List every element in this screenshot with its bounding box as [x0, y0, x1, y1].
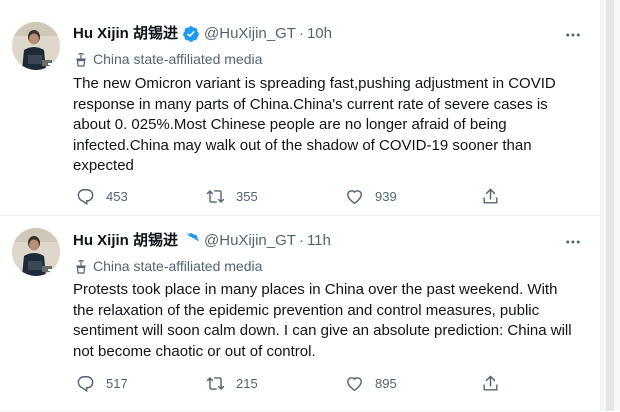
- timeline: Hu Xijin 胡锡进 @HuXijin_GT · 10h China sta…: [0, 0, 601, 412]
- avatar[interactable]: [12, 228, 60, 276]
- more-icon[interactable]: [562, 24, 584, 46]
- like-button[interactable]: 939: [345, 184, 397, 208]
- action-bar: 517 215 895: [73, 371, 513, 395]
- reply-button[interactable]: 453: [76, 184, 128, 208]
- tweet-text: The new Omicron variant is spreading fas…: [73, 75, 556, 174]
- scrollbar[interactable]: [601, 0, 620, 411]
- share-button[interactable]: [481, 184, 500, 208]
- timestamp[interactable]: 10h: [307, 24, 332, 44]
- author-handle[interactable]: @HuXijin_GT: [204, 231, 296, 251]
- heart-icon: [347, 189, 362, 204]
- state-media-podium-icon: [76, 259, 86, 274]
- author-name[interactable]: Hu Xijin 胡锡进: [73, 24, 178, 44]
- share-button[interactable]: [481, 371, 500, 395]
- share-icon: [483, 188, 498, 204]
- state-media-podium-icon: [76, 52, 86, 67]
- avatar[interactable]: [12, 22, 60, 70]
- like-count: 939: [375, 188, 397, 204]
- tweet-header: Hu Xijin 胡锡进 @HuXijin_GT · 10h: [73, 23, 332, 45]
- retweet-count: 355: [236, 188, 258, 204]
- reply-icon: [77, 375, 94, 392]
- retweet-count: 215: [236, 375, 258, 391]
- more-icon[interactable]: [562, 231, 584, 253]
- author-name[interactable]: Hu Xijin 胡锡进: [73, 231, 178, 251]
- verified-badge-icon: [183, 26, 199, 42]
- scrollbar-thumb[interactable]: [606, 0, 614, 411]
- retweet-icon: [206, 376, 225, 390]
- label-text: China state-affiliated media: [93, 258, 263, 274]
- timestamp[interactable]: 11h: [307, 231, 331, 251]
- tweet[interactable]: Hu Xijin 胡锡进 @HuXijin_GT · 10h China sta…: [0, 0, 600, 216]
- share-icon: [483, 375, 498, 391]
- heart-icon: [347, 376, 362, 391]
- separator: ·: [298, 25, 304, 42]
- like-button[interactable]: 895: [345, 371, 397, 395]
- like-count: 895: [375, 375, 397, 391]
- tweet-header: Hu Xijin 胡锡进 @HuXijin_GT · 11h: [73, 230, 331, 252]
- retweet-button[interactable]: 215: [206, 371, 258, 395]
- reply-icon: [77, 188, 94, 205]
- verified-badge-icon: [186, 232, 199, 245]
- state-media-label[interactable]: China state-affiliated media: [73, 49, 262, 69]
- action-bar: 453 355 939: [73, 184, 513, 208]
- author-handle[interactable]: @HuXijin_GT: [204, 24, 296, 44]
- retweet-icon: [206, 189, 225, 203]
- state-media-label[interactable]: China state-affiliated media: [73, 256, 262, 276]
- label-text: China state-affiliated media: [93, 51, 263, 67]
- retweet-button[interactable]: 355: [206, 184, 258, 208]
- reply-count: 517: [106, 375, 128, 391]
- tweet-text: Protests took place in many places in Ch…: [73, 281, 572, 360]
- separator: ·: [298, 232, 304, 249]
- reply-button[interactable]: 517: [76, 371, 128, 395]
- reply-count: 453: [106, 188, 128, 204]
